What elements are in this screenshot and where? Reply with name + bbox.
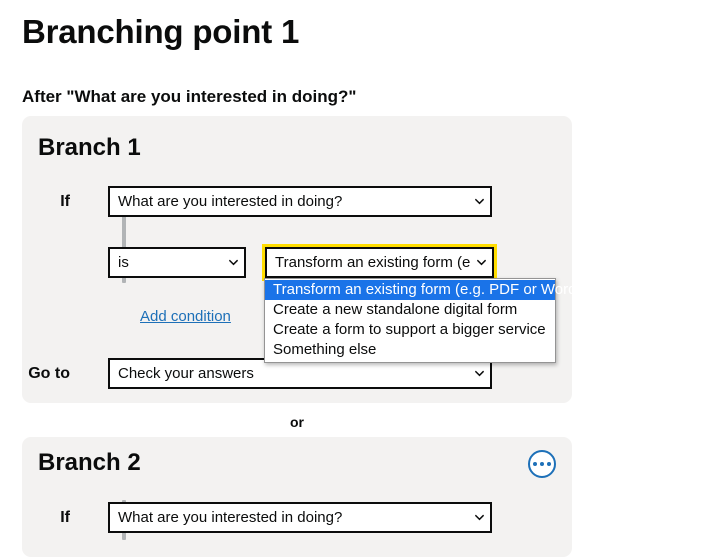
branch-1-title: Branch 1 bbox=[38, 134, 141, 161]
chevron-down-icon bbox=[229, 258, 238, 267]
dropdown-option[interactable]: Something else bbox=[265, 340, 555, 360]
branching-point-page: Branching point 1 After "What are you in… bbox=[0, 0, 715, 557]
branch-2-if-row: If What are you interested in doing? bbox=[22, 502, 572, 533]
branch-1-condition-row: is Transform an existing form (e.g. F bbox=[22, 244, 572, 281]
ellipsis-icon bbox=[533, 462, 537, 466]
branch-1-if-label: If bbox=[60, 192, 70, 210]
branch-2-title: Branch 2 bbox=[38, 449, 141, 476]
branch-1-answer-dropdown-list[interactable]: Transform an existing form (e.g. PDF or … bbox=[264, 278, 581, 363]
branch-1-goto-select-value: Check your answers bbox=[118, 365, 254, 382]
branch-1-answer-select-value: Transform an existing form (e.g. F bbox=[275, 254, 470, 271]
branch-1-if-row: If What are you interested in doing? bbox=[22, 186, 572, 217]
page-title: Branching point 1 bbox=[22, 13, 300, 50]
branch-2-more-options-button[interactable] bbox=[528, 450, 556, 478]
branch-1-operator-select[interactable]: is bbox=[108, 247, 246, 278]
branch-2-question-select-value: What are you interested in doing? bbox=[118, 509, 343, 526]
chevron-down-icon bbox=[475, 369, 484, 378]
ellipsis-icon bbox=[540, 462, 544, 466]
branch-2-panel: Branch 2 If What are you interested in d… bbox=[22, 437, 572, 557]
branch-1-question-select[interactable]: What are you interested in doing? bbox=[108, 186, 492, 217]
branch-1-operator-select-value: is bbox=[118, 254, 129, 271]
dropdown-option[interactable]: Transform an existing form (e.g. PDF or … bbox=[265, 280, 581, 300]
branch-1-goto-label: Go to bbox=[28, 364, 70, 382]
page-subtitle: After "What are you interested in doing?… bbox=[22, 87, 357, 106]
ellipsis-icon bbox=[547, 462, 551, 466]
branch-separator-or: or bbox=[290, 414, 304, 430]
chevron-down-icon bbox=[475, 513, 484, 522]
chevron-down-icon bbox=[477, 258, 486, 267]
chevron-down-icon bbox=[475, 197, 484, 206]
branch-2-question-select[interactable]: What are you interested in doing? bbox=[108, 502, 492, 533]
dropdown-option[interactable]: Create a new standalone digital form bbox=[265, 300, 555, 320]
branch-2-if-label: If bbox=[60, 508, 70, 526]
dropdown-option[interactable]: Create a form to support a bigger servic… bbox=[265, 320, 555, 340]
branch-1-answer-select[interactable]: Transform an existing form (e.g. F bbox=[262, 244, 497, 281]
branch-1-question-select-value: What are you interested in doing? bbox=[118, 193, 343, 210]
branch-1-add-condition-link[interactable]: Add condition bbox=[140, 308, 231, 326]
